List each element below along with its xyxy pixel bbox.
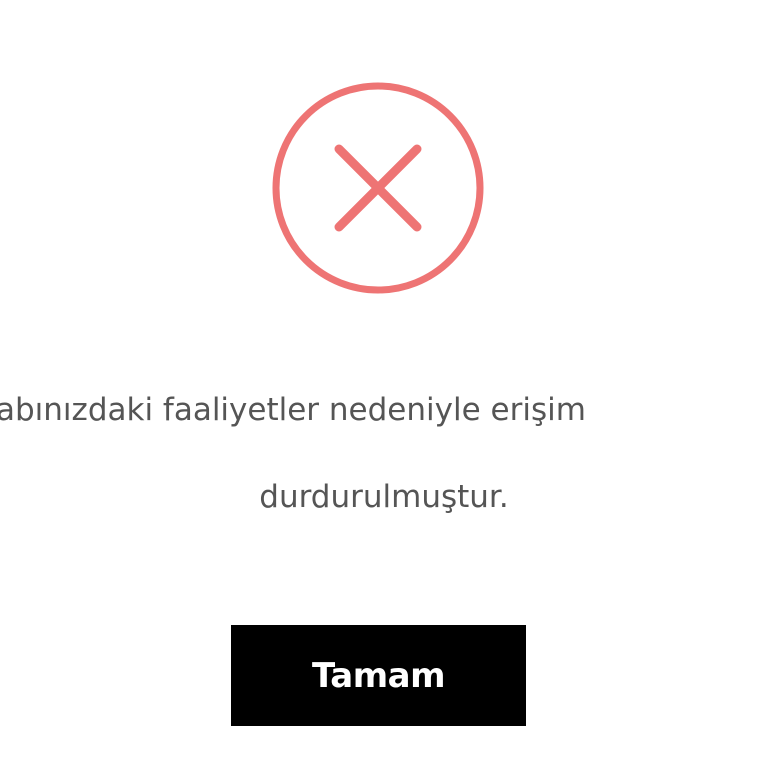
- ok-button[interactable]: Tamam: [231, 625, 526, 726]
- error-message-line-2: durdurulmuştur.: [259, 479, 509, 515]
- error-message-line-1: abınızdaki faaliyetler nedeniyle erişim: [0, 392, 586, 428]
- error-dialog: abınızdaki faaliyetler nedeniyle erişim …: [0, 0, 768, 768]
- error-x-circle-icon: [272, 82, 484, 294]
